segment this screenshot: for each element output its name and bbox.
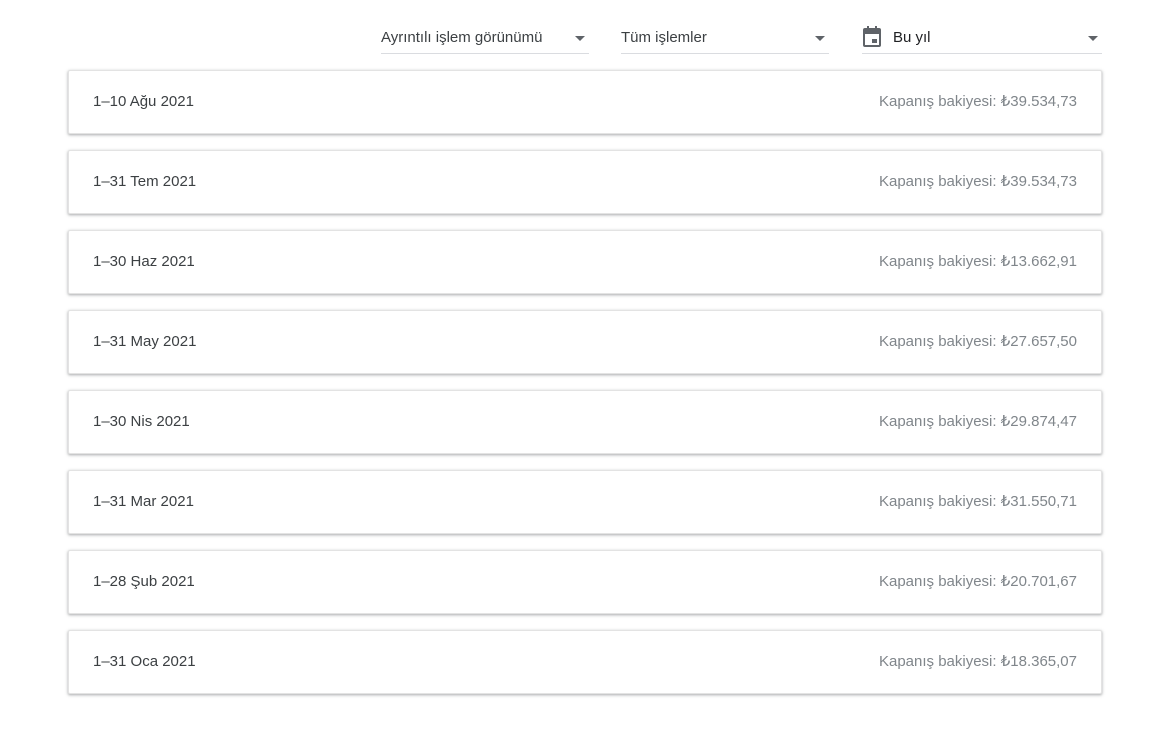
closing-balance: Kapanış bakiyesi: ₺18.365,07 [878, 653, 1077, 670]
statement-row[interactable]: 1–31 May 2021 Kapanış bakiyesi: ₺27.657,… [68, 310, 1102, 374]
chevron-down-icon [575, 36, 585, 41]
statement-period: 1–31 Oca 2021 [93, 652, 196, 670]
statement-row[interactable]: 1–31 Mar 2021 Kapanış bakiyesi: ₺31.550,… [68, 470, 1102, 534]
statement-period: 1–31 Mar 2021 [93, 492, 194, 510]
closing-balance: Kapanış bakiyesi: ₺13.662,91 [878, 253, 1077, 270]
statement-period: 1–31 Tem 2021 [93, 172, 197, 190]
calendar-icon [862, 26, 882, 48]
date-range-dropdown[interactable]: Bu yıl [862, 24, 1102, 54]
transaction-type-label: Tüm işlemler [621, 28, 707, 46]
statements-page: Ayrıntılı işlem görünümü Tüm işlemler Bu… [0, 0, 1166, 755]
closing-balance: Kapanış bakiyesi: ₺20.701,67 [878, 573, 1077, 590]
statement-period: 1–30 Haz 2021 [93, 252, 195, 270]
statement-row[interactable]: 1–31 Oca 2021 Kapanış bakiyesi: ₺18.365,… [68, 630, 1102, 694]
closing-balance: Kapanış bakiyesi: ₺39.534,73 [878, 173, 1077, 190]
chevron-down-icon [815, 36, 825, 41]
statement-row[interactable]: 1–30 Haz 2021 Kapanış bakiyesi: ₺13.662,… [68, 230, 1102, 294]
closing-balance: Kapanış bakiyesi: ₺29.874,47 [878, 413, 1077, 430]
view-mode-label: Ayrıntılı işlem görünümü [381, 28, 543, 46]
statement-period: 1–10 Ağu 2021 [93, 92, 194, 110]
transaction-type-dropdown[interactable]: Tüm işlemler [621, 24, 829, 54]
statement-row[interactable]: 1–28 Şub 2021 Kapanış bakiyesi: ₺20.701,… [68, 550, 1102, 614]
statement-row[interactable]: 1–30 Nis 2021 Kapanış bakiyesi: ₺29.874,… [68, 390, 1102, 454]
statement-row[interactable]: 1–10 Ağu 2021 Kapanış bakiyesi: ₺39.534,… [68, 70, 1102, 134]
closing-balance: Kapanış bakiyesi: ₺27.657,50 [878, 333, 1077, 350]
statement-period: 1–28 Şub 2021 [93, 572, 195, 590]
chevron-down-icon [1088, 36, 1098, 41]
statement-list: 1–10 Ağu 2021 Kapanış bakiyesi: ₺39.534,… [68, 70, 1102, 710]
view-mode-dropdown[interactable]: Ayrıntılı işlem görünümü [381, 24, 589, 54]
date-range-label: Bu yıl [893, 28, 931, 46]
statement-row[interactable]: 1–31 Tem 2021 Kapanış bakiyesi: ₺39.534,… [68, 150, 1102, 214]
statement-period: 1–30 Nis 2021 [93, 412, 190, 430]
closing-balance: Kapanış bakiyesi: ₺31.550,71 [878, 493, 1077, 510]
statement-period: 1–31 May 2021 [93, 332, 197, 350]
closing-balance: Kapanış bakiyesi: ₺39.534,73 [878, 93, 1077, 110]
